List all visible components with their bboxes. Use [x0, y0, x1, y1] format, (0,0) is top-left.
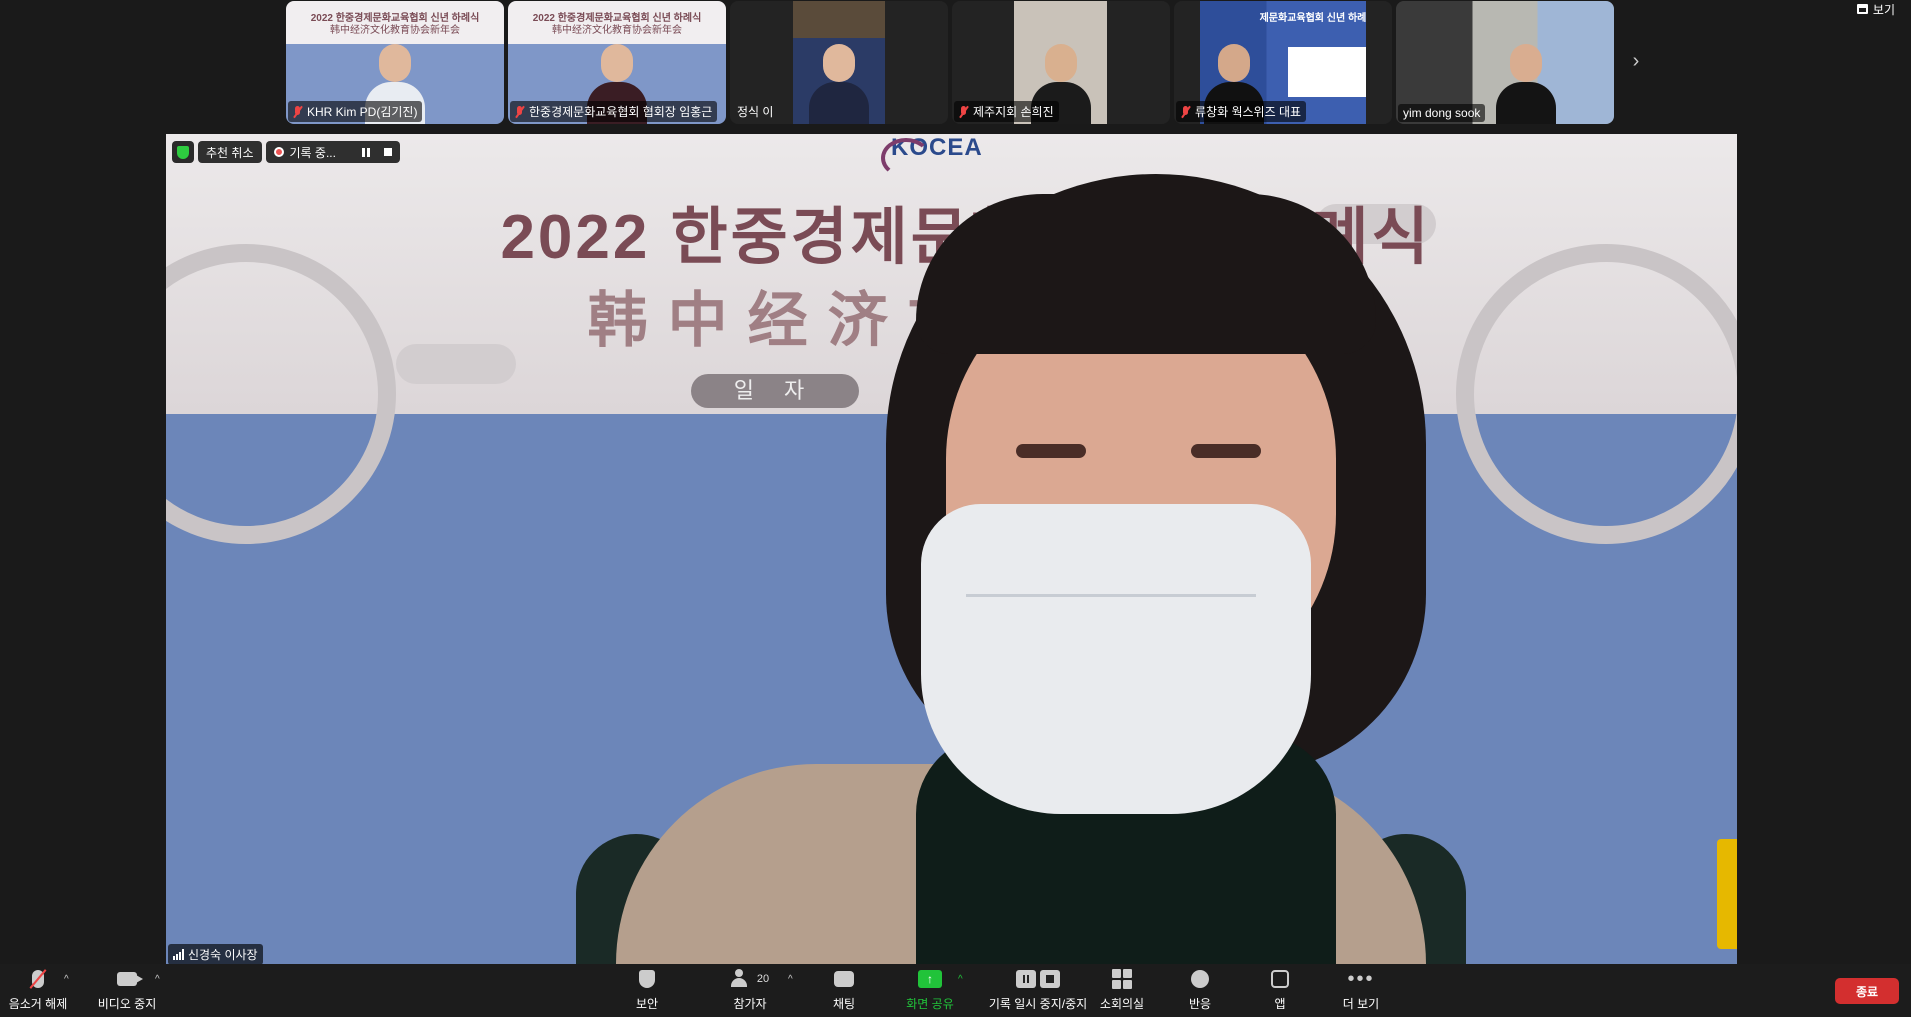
record-dot-icon	[273, 147, 284, 157]
participants-count: 20	[756, 973, 770, 985]
participant-tile[interactable]: 제문화교육협회 신년 하례 류창화 웍스위즈 대표	[1174, 1, 1392, 124]
participant-name-label: 류창화 웍스위즈 대표	[1176, 101, 1307, 122]
participant-name-label: 한중경제문화교육협회 협회장 임홍근	[510, 101, 718, 122]
emoji-icon	[1191, 970, 1209, 988]
pause-icon[interactable]	[361, 147, 370, 157]
shield-icon	[172, 141, 194, 163]
participant-name-label: yim dong sook	[1398, 104, 1486, 122]
shared-slide-preview	[1288, 47, 1366, 97]
chat-button[interactable]: 채팅	[822, 964, 866, 1017]
view-layout-icon	[1856, 4, 1868, 14]
tile-banner-subtitle: 韩中经济文化教育协会新年会	[330, 25, 460, 36]
cancel-recommend-button[interactable]: 추천 취소	[198, 141, 262, 163]
grid-icon	[1112, 969, 1132, 989]
chat-icon	[834, 971, 854, 987]
end-meeting-button[interactable]: 종료	[1835, 978, 1899, 1004]
participant-video	[809, 44, 869, 124]
chevron-up-icon[interactable]: ^	[958, 974, 963, 985]
pause-icon	[1016, 970, 1036, 988]
view-button[interactable]: 보기	[1856, 0, 1895, 18]
tile-banner-subtitle: 韩中经济文化教育协会新年会	[552, 25, 682, 36]
recording-indicator: 기록 중...	[265, 141, 400, 163]
tile-banner-title: 제문화교육협회 신년 하례	[1259, 13, 1367, 24]
participant-name-label: 정식 이	[737, 105, 774, 119]
apps-icon	[1271, 970, 1289, 988]
chevron-up-icon[interactable]: ^	[788, 974, 793, 985]
participant-name-label: 제주지회 손희진	[954, 101, 1059, 122]
security-button[interactable]: 보안	[625, 964, 669, 1017]
mic-muted-icon	[515, 105, 525, 118]
participant-video	[1496, 44, 1556, 124]
chevron-up-icon[interactable]: ^	[155, 974, 160, 985]
record-control-button[interactable]: 기록 일시 중지/중지	[976, 964, 1100, 1017]
mic-muted-icon	[1181, 105, 1191, 118]
participant-tile[interactable]: 2022 한중경제문화교육협회 신년 하례식 韩中经济文化教育协会新年会 KHR…	[286, 1, 504, 124]
share-screen-icon: ↑	[918, 970, 942, 988]
mic-muted-icon	[959, 105, 969, 118]
share-screen-button[interactable]: ↑ 화면 공유	[900, 964, 960, 1017]
stop-video-button[interactable]: 비디오 중지	[96, 964, 158, 1017]
speaker-name-label: 신경숙 이사장	[168, 944, 263, 965]
stop-icon[interactable]	[383, 148, 392, 156]
participants-icon	[730, 969, 753, 987]
breakout-rooms-button[interactable]: 소회의실	[1094, 964, 1150, 1017]
signal-icon	[173, 949, 184, 960]
apps-button[interactable]: 앱	[1258, 964, 1302, 1017]
reactions-button[interactable]: 반응	[1178, 964, 1222, 1017]
more-icon: •••	[1347, 968, 1375, 990]
participants-button[interactable]: 20 참가자	[722, 964, 778, 1017]
speaker-figure	[576, 174, 1466, 964]
participant-tile[interactable]: 2022 한중경제문화교육협회 신년 하례식 韩中经济文化教育协会新年会 한중경…	[508, 1, 726, 124]
camera-icon	[117, 972, 143, 986]
participant-tile[interactable]: yim dong sook	[1396, 1, 1614, 124]
participant-tile[interactable]: 정식 이	[730, 1, 948, 124]
participant-strip: 2022 한중경제문화교육협회 신년 하례식 韩中经济文化教育协会新年会 KHR…	[0, 0, 1911, 130]
background-sign	[1717, 839, 1737, 949]
recording-status-bar: 추천 취소 기록 중...	[172, 141, 400, 163]
active-speaker-video: KOCEA 2022 한중경제문화교 신년 하례식 韩中经济文化 新年会 일 자	[166, 134, 1737, 964]
mic-muted-icon	[32, 970, 44, 988]
mic-muted-icon	[293, 105, 303, 118]
face-mask	[921, 504, 1311, 814]
meeting-toolbar: 음소거 해제 ^ 비디오 중지 ^ 보안 20 참가자 ^ 채팅 ↑ 화면 공유…	[0, 964, 1911, 1017]
unmute-button[interactable]: 음소거 해제	[8, 964, 68, 1017]
more-button[interactable]: ••• 더 보기	[1334, 964, 1388, 1017]
chevron-up-icon[interactable]: ^	[64, 974, 69, 985]
participant-name-label: KHR Kim PD(김기진)	[288, 101, 423, 122]
chevron-right-icon[interactable]: ›	[1626, 50, 1646, 74]
shield-icon	[639, 970, 655, 988]
participant-tile[interactable]: 제주지회 손희진	[952, 1, 1170, 124]
kocea-logo: KOCEA	[881, 134, 983, 178]
stop-icon	[1040, 970, 1060, 988]
